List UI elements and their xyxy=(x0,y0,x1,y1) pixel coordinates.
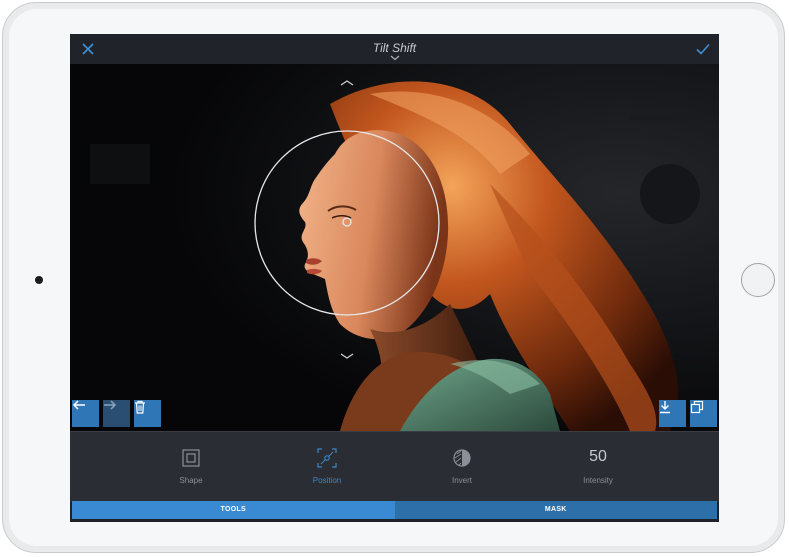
portrait-photo xyxy=(70,64,719,431)
trash-icon xyxy=(135,400,145,414)
undo-button[interactable] xyxy=(72,400,99,427)
bottom-tab-bar: TOOLS MASK xyxy=(72,501,717,519)
invert-icon xyxy=(453,449,471,467)
tab-tools[interactable]: TOOLS xyxy=(72,501,395,519)
tool-invert[interactable]: Invert xyxy=(422,432,502,502)
redo-button[interactable] xyxy=(103,400,130,427)
photo-canvas[interactable] xyxy=(70,64,719,431)
position-icon xyxy=(317,448,337,468)
arrow-right-icon xyxy=(104,400,117,410)
tool-position[interactable]: Position xyxy=(287,432,367,502)
download-button[interactable] xyxy=(659,400,686,427)
tool-shape[interactable]: Shape xyxy=(151,432,231,502)
tab-mask[interactable]: MASK xyxy=(394,501,717,519)
home-button[interactable] xyxy=(741,263,775,297)
duplicate-icon xyxy=(690,400,704,414)
chevron-down-icon[interactable] xyxy=(390,55,400,61)
tool-invert-label: Invert xyxy=(451,476,472,485)
page-title: Tilt Shift xyxy=(372,41,417,55)
tool-intensity[interactable]: 50 Intensity xyxy=(558,432,638,502)
intensity-value: 50 xyxy=(589,448,607,465)
tool-intensity-label: Intensity xyxy=(583,476,613,485)
download-icon xyxy=(660,401,670,414)
tool-position-label: Position xyxy=(312,476,342,485)
top-bar: Tilt Shift xyxy=(70,34,719,64)
square-shape-icon xyxy=(182,449,200,467)
delete-button[interactable] xyxy=(134,400,161,427)
app-screen: Tilt Shift Shape Position Invert 50 Inte… xyxy=(70,34,719,522)
tool-shape-label: Shape xyxy=(179,476,203,485)
checkmark-icon[interactable] xyxy=(695,42,711,56)
duplicate-button[interactable] xyxy=(690,400,717,427)
front-camera xyxy=(35,276,43,284)
tool-options-bar: Shape Position Invert 50 Intensity xyxy=(70,431,719,502)
arrow-left-icon xyxy=(72,400,85,410)
